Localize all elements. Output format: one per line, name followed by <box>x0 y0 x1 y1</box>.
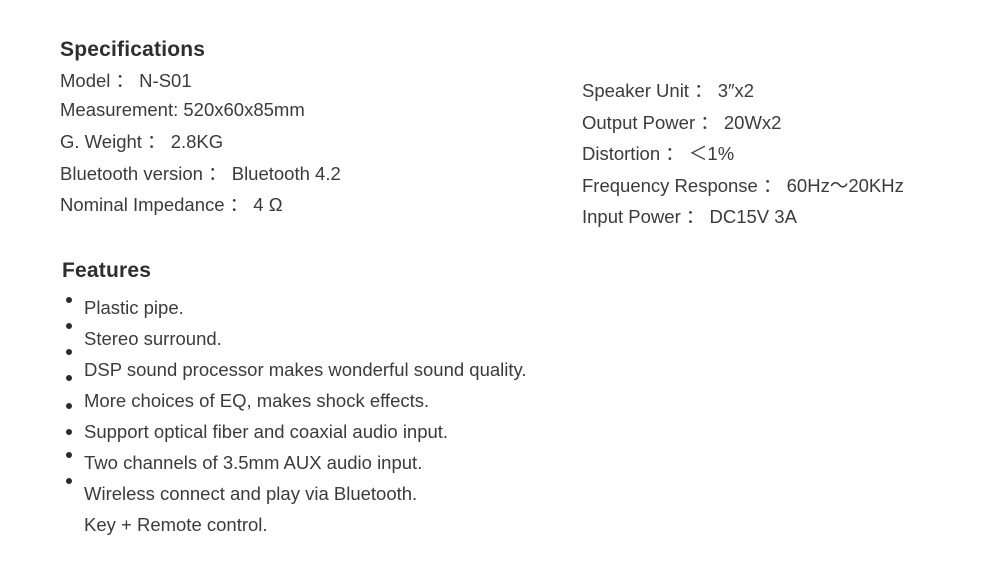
spec-row-speaker-unit: Speaker Unit ： 3″x2 <box>582 80 755 101</box>
specifications-heading: Specifications <box>60 38 206 61</box>
bullet-icon <box>66 403 72 409</box>
spec-sheet-page: Specifications Model ： N-S01 Measurement… <box>0 0 1000 573</box>
features-list: Plastic pipe. Stereo surround. DSP sound… <box>84 292 527 540</box>
spec-row-input-power: Input Power ： DC15V 3A <box>582 206 797 227</box>
bullet-icon <box>66 375 72 381</box>
list-item: Key + Remote control. <box>84 514 268 535</box>
features-heading: Features <box>62 259 152 282</box>
list-item: Plastic pipe. <box>84 297 184 318</box>
list-item: Support optical fiber and coaxial audio … <box>84 421 449 442</box>
spec-row-frequency-response: Frequency Response ： 60Hz～20KHz <box>582 174 904 196</box>
spec-row-measurement: Measurement: 520x60x85mm <box>60 98 305 120</box>
list-item: DSP sound processor makes wonderful soun… <box>84 359 527 380</box>
spec-row-distortion: Distortion ： ＜1% <box>582 143 735 164</box>
spec-row-bluetooth-version: Bluetooth version ： Bluetooth 4.2 <box>60 162 341 184</box>
spec-row-nominal-impedance: Nominal Impedance ： 4 Ω <box>60 194 283 215</box>
bullet-icon <box>66 297 72 303</box>
specifications-right-column: Speaker Unit ： 3″x2 Output Power ： 20Wx2… <box>582 80 904 240</box>
bullet-icon <box>66 349 72 355</box>
list-item: Stereo surround. <box>84 328 222 349</box>
spec-row-model: Model ： N-S01 <box>60 70 192 91</box>
list-item: Wireless connect and play via Bluetooth. <box>84 483 418 504</box>
specifications-left-column: Model ： N-S01 Measurement: 520x60x85mm G… <box>60 70 341 227</box>
list-item: Two channels of 3.5mm AUX audio input. <box>84 452 423 473</box>
bullet-icon <box>66 323 72 329</box>
bullet-icon <box>66 452 72 458</box>
spec-row-output-power: Output Power ： 20Wx2 <box>582 111 782 133</box>
spec-row-gross-weight: G. Weight ： 2.8KG <box>60 131 224 152</box>
bullet-icon <box>66 478 72 484</box>
list-item: More choices of EQ, makes shock effects. <box>84 390 430 411</box>
bullet-icon <box>66 429 72 435</box>
